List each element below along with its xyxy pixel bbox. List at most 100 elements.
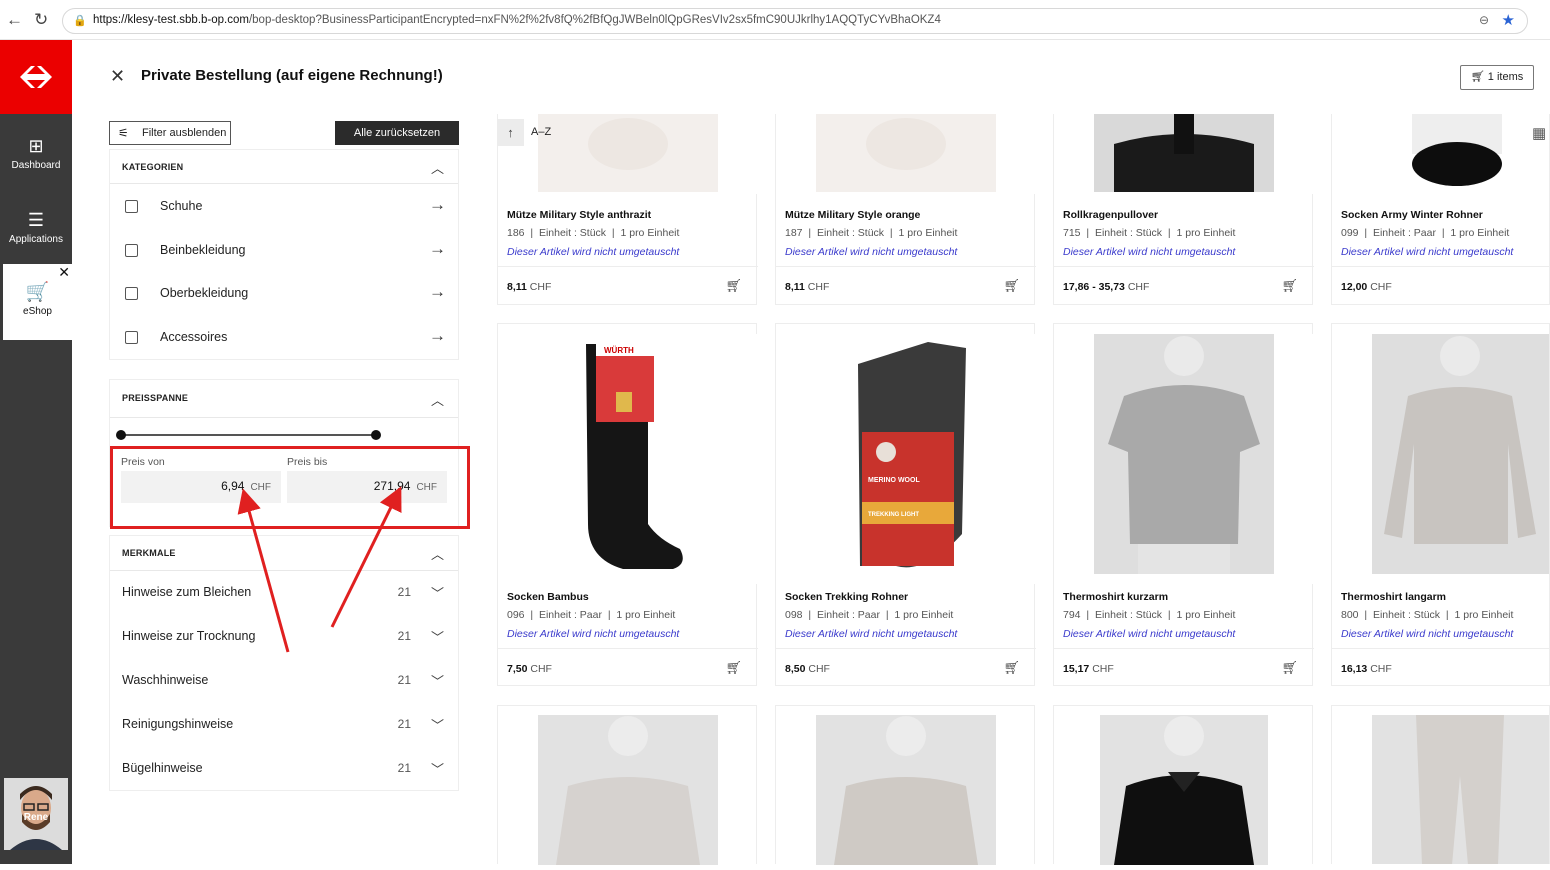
category-schuhe[interactable]: Schuhe → — [110, 184, 458, 228]
product-name[interactable]: Thermoshirt kurzarm — [1063, 591, 1168, 603]
category-beinbekleidung[interactable]: Beinbekleidung → — [110, 228, 458, 272]
category-accessoires[interactable]: Accessoires → — [110, 315, 458, 359]
product-card[interactable] — [497, 705, 757, 865]
product-image — [1054, 334, 1314, 584]
address-bar[interactable]: 🔒 https://klesy-test.sbb.b-op.com/bop-de… — [62, 8, 1528, 34]
sbb-logo-icon — [20, 66, 52, 88]
product-name[interactable]: Rollkragenpullover — [1063, 209, 1158, 221]
arrow-right-icon[interactable]: → — [429, 326, 446, 346]
product-card[interactable]: MERINO WOOL TREKKING LIGHT Socken Trekki… — [775, 323, 1036, 686]
product-card[interactable] — [1053, 705, 1313, 865]
cart-button[interactable]: 🛒︎ 1 items — [1460, 65, 1534, 90]
product-price: 17,86 - 35,73 CHF — [1063, 281, 1150, 293]
feature-trocknung[interactable]: Hinweise zur Trocknung 21 ﹀ — [110, 615, 458, 659]
grid-view-icon[interactable]: ▦ — [1532, 124, 1546, 142]
feature-bleichen[interactable]: Hinweise zum Bleichen 21 ﹀ — [110, 571, 458, 615]
rail-item-applications[interactable]: ☰ Applications — [0, 210, 72, 245]
sort-label[interactable]: A–Z — [531, 126, 551, 138]
chevron-up-icon[interactable]: ︿ — [431, 390, 444, 409]
product-card[interactable]: Thermoshirt kurzarm 794 | Einheit : Stüc… — [1053, 323, 1314, 686]
close-icon[interactable]: ✕ — [58, 264, 70, 281]
price-slider-max-handle[interactable] — [371, 430, 381, 440]
add-to-cart-icon[interactable]: 🛒︎ — [725, 278, 742, 294]
reload-icon[interactable]: ↻ — [34, 10, 48, 30]
product-image — [1054, 114, 1314, 194]
rail-item-eshop[interactable]: ✕ 🛒 eShop — [3, 264, 72, 340]
product-name[interactable]: Socken Trekking Rohner — [785, 591, 908, 603]
close-order-icon[interactable]: ✕ — [110, 66, 125, 87]
add-to-cart-icon[interactable]: 🛒︎ — [1281, 660, 1298, 676]
chevron-down-icon[interactable]: ﹀ — [431, 671, 444, 690]
rail-item-label: Applications — [9, 234, 63, 245]
product-image — [1372, 715, 1549, 864]
price-slider-min-handle[interactable] — [116, 430, 126, 440]
chevron-down-icon[interactable]: ﹀ — [431, 627, 444, 646]
feature-label: Hinweise zum Bleichen — [122, 585, 252, 599]
add-to-cart-icon[interactable]: 🛒︎ — [1281, 278, 1298, 294]
product-card[interactable]: Mütze Military Style anthrazit 186 | Ein… — [497, 113, 758, 305]
annotation-highlight-box — [110, 446, 470, 529]
reset-all-button[interactable]: Alle zurücksetzen — [335, 121, 459, 145]
filter-toggle-button[interactable]: ⚟ Filter ausblenden — [109, 121, 231, 145]
add-to-cart-icon[interactable]: 🛒︎ — [1003, 278, 1020, 294]
chevron-down-icon[interactable]: ﹀ — [431, 759, 444, 778]
product-name[interactable]: Socken Army Winter Rohner — [1341, 209, 1483, 221]
checkbox[interactable] — [125, 243, 138, 257]
chevron-up-icon[interactable]: ︿ — [431, 158, 444, 177]
product-card[interactable]: Thermoshirt langarm 800 | Einheit : Stüc… — [1331, 323, 1550, 686]
sock-label-text: MERINO WOOL — [868, 477, 920, 484]
product-card[interactable] — [775, 705, 1035, 865]
checkbox[interactable] — [125, 330, 138, 344]
arrow-right-icon[interactable]: → — [429, 282, 446, 302]
back-arrow-icon[interactable]: ← — [6, 10, 23, 30]
product-image — [538, 715, 718, 865]
product-card[interactable]: WÜRTH Socken Bambus 096 | Einheit : Paar… — [497, 323, 758, 686]
add-to-cart-icon[interactable]: 🛒︎ — [1003, 660, 1020, 676]
product-card[interactable]: Socken Army Winter Rohner 099 | Einheit … — [1331, 113, 1550, 305]
product-price: 8,11 CHF — [785, 281, 830, 293]
feature-label: Bügelhinweise — [122, 761, 203, 775]
product-meta: 096 | Einheit : Paar | 1 pro Einheit — [507, 609, 676, 621]
feature-buegeln[interactable]: Bügelhinweise 21 ﹀ — [110, 747, 458, 791]
sort-direction-button[interactable]: ↑ — [497, 119, 524, 146]
bookmark-star-icon[interactable]: ★ — [1502, 11, 1515, 29]
zoom-icon[interactable]: ⊖ — [1479, 13, 1489, 27]
feature-waschen[interactable]: Waschhinweise 21 ﹀ — [110, 659, 458, 703]
product-card[interactable]: Mütze Military Style orange 187 | Einhei… — [775, 113, 1036, 305]
product-note: Dieser Artikel wird nicht umgetauscht — [1341, 628, 1514, 640]
product-name[interactable]: Socken Bambus — [507, 591, 589, 603]
categories-header[interactable]: KATEGORIEN ︿ — [110, 150, 458, 184]
product-name[interactable]: Mütze Military Style orange — [785, 209, 920, 221]
checkbox[interactable] — [125, 287, 138, 300]
arrow-right-icon[interactable]: → — [429, 239, 446, 259]
product-card[interactable] — [1331, 705, 1550, 864]
feature-label: Hinweise zur Trocknung — [122, 629, 256, 643]
panel-title: PREISSPANNE — [122, 393, 189, 403]
product-price: 8,11 CHF — [507, 281, 552, 293]
product-meta: 794 | Einheit : Stück | 1 pro Einheit — [1063, 609, 1236, 621]
rail-item-dashboard[interactable]: ⊞ Dashboard — [0, 136, 72, 171]
price-header[interactable]: PREISSPANNE ︿ — [110, 380, 458, 418]
product-card[interactable]: Rollkragenpullover 715 | Einheit : Stück… — [1053, 113, 1314, 305]
feature-count: 21 — [397, 761, 411, 775]
arrow-right-icon[interactable]: → — [429, 195, 446, 215]
chevron-down-icon[interactable]: ﹀ — [431, 715, 444, 734]
chevron-down-icon[interactable]: ﹀ — [431, 583, 444, 602]
product-price: 15,17 CHF — [1063, 663, 1114, 675]
feature-count: 21 — [397, 717, 411, 731]
chevron-up-icon[interactable]: ︿ — [431, 544, 444, 563]
feature-count: 21 — [397, 629, 411, 643]
add-to-cart-icon[interactable]: 🛒︎ — [725, 660, 742, 676]
price-slider-track[interactable] — [121, 434, 376, 436]
category-oberbekleidung[interactable]: Oberbekleidung → — [110, 271, 458, 315]
feature-reinigung[interactable]: Reinigungshinweise 21 ﹀ — [110, 703, 458, 747]
features-header[interactable]: MERKMALE ︿ — [110, 536, 458, 570]
product-name[interactable]: Mütze Military Style anthrazit — [507, 209, 651, 221]
sbb-logo[interactable] — [0, 40, 72, 114]
product-meta: 715 | Einheit : Stück | 1 pro Einheit — [1063, 227, 1236, 239]
arrow-up-icon: ↑ — [507, 125, 514, 140]
checkbox[interactable] — [125, 200, 138, 213]
product-name[interactable]: Thermoshirt langarm — [1341, 591, 1446, 603]
site-info-icon[interactable]: 🔒 — [73, 14, 87, 27]
filter-toggle-label: Filter ausblenden — [142, 127, 227, 139]
